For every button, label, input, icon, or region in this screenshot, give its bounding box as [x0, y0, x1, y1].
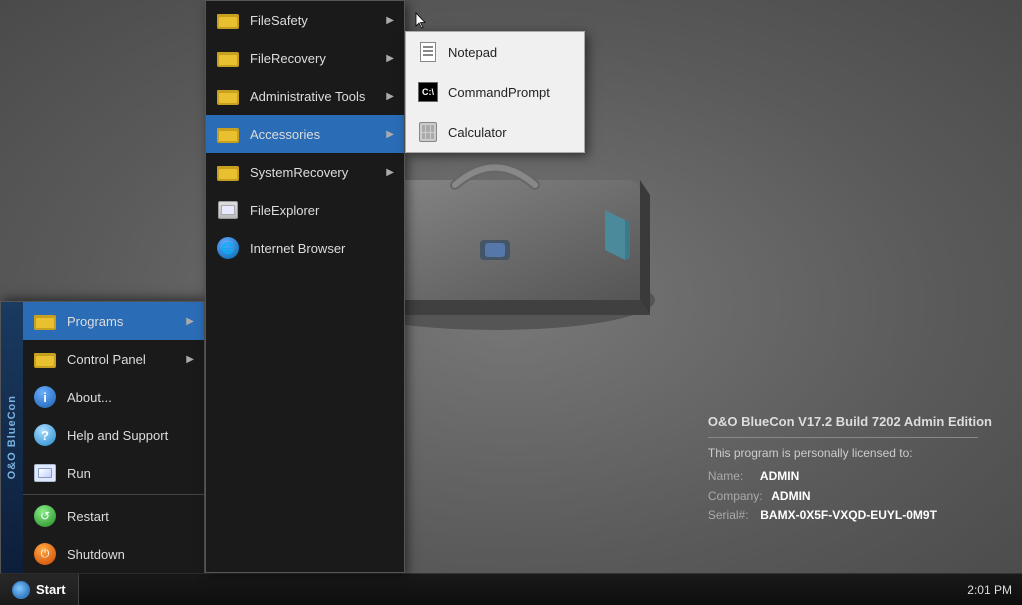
filesafety-icon [216, 8, 240, 32]
accessories-submenu: Notepad C:\ CommandPrompt Ca [405, 31, 585, 153]
info-name-value: ADMIN [760, 469, 799, 483]
submenu-item-accessories[interactable]: Accessories ▶ [206, 115, 404, 153]
info-panel: O&O BlueCon V17.2 Build 7202 Admin Editi… [708, 412, 992, 525]
programs-submenu: FileSafety ▶ FileRecovery ▶ Administrati… [205, 0, 405, 573]
menu-item-control-panel[interactable]: Control Panel ▶ [23, 340, 204, 378]
submenu-item-internet-browser[interactable]: 🌐 Internet Browser [206, 229, 404, 267]
accessories-icon [216, 122, 240, 146]
calculator-label: Calculator [448, 125, 507, 140]
submenu-item-filesafety[interactable]: FileSafety ▶ [206, 1, 404, 39]
info-serial-value: BAMX-0X5F-VXQD-EUYL-0M9T [760, 508, 937, 522]
menu-item-help[interactable]: ? Help and Support [23, 416, 204, 454]
accessories-submenu-cmd[interactable]: C:\ CommandPrompt [406, 72, 584, 112]
systemrecovery-arrow: ▶ [386, 167, 394, 178]
start-menu: O&O BlueCon Programs ▶ Control Panel ▶ [0, 301, 205, 573]
start-orb [12, 581, 30, 599]
notepad-label: Notepad [448, 45, 497, 60]
mouse-cursor [415, 12, 427, 30]
start-button[interactable]: Start [0, 574, 79, 605]
info-title: O&O BlueCon V17.2 Build 7202 Admin Editi… [708, 412, 992, 433]
shutdown-icon: ⏻ [33, 542, 57, 566]
info-subtitle: This program is personally licensed to: [708, 444, 992, 463]
submenu-item-filerecovery[interactable]: FileRecovery ▶ [206, 39, 404, 77]
control-panel-icon [33, 347, 57, 371]
systemrecovery-label: SystemRecovery [250, 165, 376, 180]
accessories-submenu-calculator[interactable]: Calculator [406, 112, 584, 152]
fileexplorer-icon [216, 198, 240, 222]
filesafety-arrow: ▶ [386, 15, 394, 26]
admin-tools-arrow: ▶ [386, 91, 394, 102]
info-divider [708, 437, 978, 438]
cmd-label: CommandPrompt [448, 85, 550, 100]
accessories-submenu-notepad[interactable]: Notepad [406, 32, 584, 72]
taskbar: Start 2:01 PM [0, 573, 1022, 605]
run-icon [33, 461, 57, 485]
taskbar-right: 2:01 PM [967, 583, 1022, 597]
restart-label: Restart [67, 509, 194, 524]
systemrecovery-icon [216, 160, 240, 184]
submenu-item-systemrecovery[interactable]: SystemRecovery ▶ [206, 153, 404, 191]
brand-label: O&O BlueCon [1, 302, 23, 573]
filerecovery-arrow: ▶ [386, 53, 394, 64]
info-company-value: ADMIN [771, 489, 810, 503]
filerecovery-label: FileRecovery [250, 51, 376, 66]
help-icon: ? [33, 423, 57, 447]
info-company-row: Company: ADMIN [708, 487, 992, 506]
programs-arrow: ▶ [186, 316, 194, 327]
programs-icon [33, 309, 57, 333]
restart-icon: ↺ [33, 504, 57, 528]
menu-item-shutdown[interactable]: ⏻ Shutdown [23, 535, 204, 573]
start-label: Start [36, 582, 66, 597]
internet-browser-icon: 🌐 [216, 236, 240, 260]
submenu-item-admin-tools[interactable]: Administrative Tools ▶ [206, 77, 404, 115]
clock: 2:01 PM [967, 583, 1012, 597]
run-label: Run [67, 466, 194, 481]
menu-item-restart[interactable]: ↺ Restart [23, 497, 204, 535]
calculator-icon [416, 120, 440, 144]
accessories-arrow: ▶ [386, 129, 394, 140]
info-company-label: Company: [708, 489, 763, 503]
filerecovery-icon [216, 46, 240, 70]
menu-items-container: Programs ▶ Control Panel ▶ i About... [23, 302, 204, 573]
cmd-icon: C:\ [416, 80, 440, 104]
about-icon: i [33, 385, 57, 409]
admin-tools-icon [216, 84, 240, 108]
admin-tools-label: Administrative Tools [250, 89, 376, 104]
notepad-icon [416, 40, 440, 64]
brand-text: O&O BlueCon [6, 395, 18, 479]
fileexplorer-label: FileExplorer [250, 203, 394, 218]
shutdown-label: Shutdown [67, 547, 194, 562]
programs-label: Programs [67, 314, 176, 329]
internet-browser-label: Internet Browser [250, 241, 394, 256]
info-serial-label: Serial#: [708, 508, 749, 522]
accessories-label: Accessories [250, 127, 376, 142]
desktop: O&O BlueCon V17.2 Build 7202 Admin Editi… [0, 0, 1022, 605]
control-panel-arrow: ▶ [186, 354, 194, 365]
menu-item-about[interactable]: i About... [23, 378, 204, 416]
about-label: About... [67, 390, 194, 405]
info-name-label: Name: [708, 469, 743, 483]
menu-item-programs[interactable]: Programs ▶ [23, 302, 204, 340]
help-label: Help and Support [67, 428, 194, 443]
info-serial-row: Serial#: BAMX-0X5F-VXQD-EUYL-0M9T [708, 506, 992, 525]
menu-divider [23, 494, 204, 495]
menu-item-run[interactable]: Run [23, 454, 204, 492]
info-name-row: Name: ADMIN [708, 467, 992, 486]
submenu-item-fileexplorer[interactable]: FileExplorer [206, 191, 404, 229]
control-panel-label: Control Panel [67, 352, 176, 367]
filesafety-label: FileSafety [250, 13, 376, 28]
